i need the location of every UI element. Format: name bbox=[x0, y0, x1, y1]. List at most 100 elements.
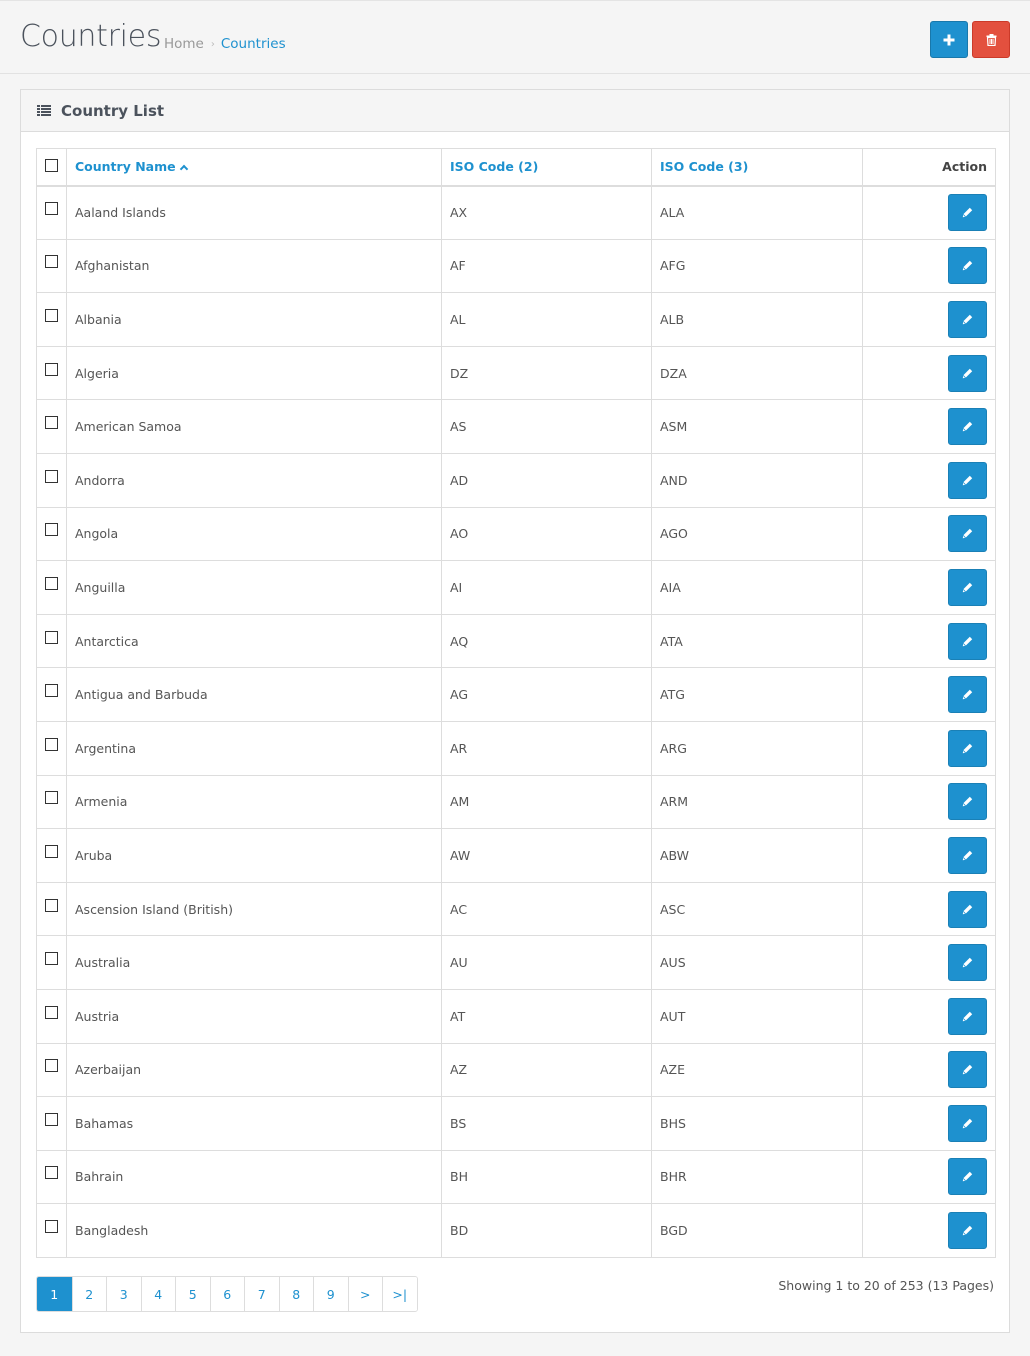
action-cell bbox=[862, 667, 996, 722]
edit-button[interactable] bbox=[948, 890, 987, 928]
row-select-cell bbox=[36, 667, 67, 722]
row-checkbox[interactable] bbox=[45, 202, 58, 216]
row-checkbox[interactable] bbox=[45, 523, 58, 537]
edit-button[interactable] bbox=[948, 676, 987, 714]
row-checkbox[interactable] bbox=[45, 952, 58, 966]
page-header: Countries Home › Countries bbox=[0, 0, 1030, 74]
row-checkbox[interactable] bbox=[45, 898, 58, 912]
pencil-icon bbox=[962, 1172, 973, 1182]
delete-countries-button[interactable] bbox=[972, 21, 1010, 58]
breadcrumb-countries-link[interactable]: Countries bbox=[221, 36, 286, 52]
row-checkbox[interactable] bbox=[45, 1005, 58, 1019]
page-link-3[interactable]: 3 bbox=[106, 1277, 141, 1311]
iso-code-3-cell: ARG bbox=[651, 720, 863, 776]
table-row: Austria AT AUT bbox=[36, 988, 996, 1044]
row-checkbox[interactable] bbox=[45, 791, 58, 805]
action-cell bbox=[862, 988, 996, 1044]
edit-button[interactable] bbox=[948, 300, 987, 338]
sort-by-iso3-link[interactable]: ISO Code (3) bbox=[660, 159, 748, 174]
edit-button[interactable] bbox=[948, 568, 987, 606]
column-label-name: Country Name bbox=[75, 159, 176, 175]
iso-code-3-cell: DZA bbox=[651, 345, 863, 401]
table-row: Aruba AW ABW bbox=[36, 828, 996, 883]
edit-button[interactable] bbox=[948, 194, 987, 232]
row-checkbox[interactable] bbox=[45, 1112, 58, 1126]
edit-button[interactable] bbox=[948, 1051, 987, 1089]
page-link-1[interactable]: 1 bbox=[37, 1277, 72, 1311]
page-link-4[interactable]: 4 bbox=[140, 1277, 175, 1311]
edit-button[interactable] bbox=[948, 1212, 987, 1250]
edit-button[interactable] bbox=[948, 783, 987, 821]
pencil-icon bbox=[962, 421, 973, 432]
edit-button[interactable] bbox=[948, 729, 987, 767]
next-page-link[interactable]: > bbox=[347, 1277, 382, 1311]
country-name-cell: Andorra bbox=[66, 452, 442, 508]
sort-by-iso2-link[interactable]: ISO Code (2) bbox=[450, 159, 538, 174]
table-row: Angola AO AGO bbox=[36, 506, 996, 562]
country-name-cell: Anguilla bbox=[66, 560, 442, 615]
column-header-name: Country Name bbox=[66, 148, 442, 187]
action-cell bbox=[862, 506, 996, 562]
page-link-2[interactable]: 2 bbox=[71, 1277, 106, 1311]
last-page-link[interactable]: >| bbox=[382, 1277, 417, 1311]
edit-button[interactable] bbox=[948, 1104, 987, 1142]
edit-button[interactable] bbox=[948, 354, 987, 392]
page-link-6[interactable]: 6 bbox=[209, 1277, 244, 1311]
iso-code-3-cell: ASC bbox=[651, 881, 863, 937]
breadcrumb-separator: › bbox=[210, 38, 215, 50]
action-cell bbox=[862, 452, 996, 508]
row-checkbox[interactable] bbox=[45, 576, 58, 590]
iso-code-2-cell: AO bbox=[441, 506, 652, 562]
add-country-button[interactable] bbox=[930, 21, 968, 58]
action-cell bbox=[862, 1096, 996, 1151]
row-select-cell bbox=[36, 1203, 67, 1258]
country-name-cell: Afghanistan bbox=[66, 238, 442, 294]
table-row: American Samoa AS ASM bbox=[36, 399, 996, 454]
row-checkbox[interactable] bbox=[45, 844, 58, 858]
row-checkbox[interactable] bbox=[45, 469, 58, 483]
row-checkbox[interactable] bbox=[45, 1220, 58, 1234]
page-link-5[interactable]: 5 bbox=[175, 1277, 210, 1311]
page-link-8[interactable]: 8 bbox=[278, 1277, 313, 1311]
table-row: Andorra AD AND bbox=[36, 452, 996, 508]
breadcrumb-home-link[interactable]: Home bbox=[164, 36, 204, 52]
select-all-checkbox[interactable] bbox=[45, 159, 58, 173]
iso-code-3-cell: ATA bbox=[651, 613, 863, 669]
row-select-cell bbox=[36, 720, 67, 776]
column-header-iso2: ISO Code (2) bbox=[441, 148, 652, 187]
row-checkbox[interactable] bbox=[45, 255, 58, 269]
sort-by-name-link[interactable]: Country Name bbox=[75, 159, 188, 175]
row-checkbox[interactable] bbox=[45, 362, 58, 376]
page-link-7[interactable]: 7 bbox=[244, 1277, 279, 1311]
edit-button[interactable] bbox=[948, 408, 987, 446]
edit-button[interactable] bbox=[948, 515, 987, 553]
country-name-cell: Aruba bbox=[66, 828, 442, 883]
row-checkbox[interactable] bbox=[45, 737, 58, 751]
iso-code-2-cell: BS bbox=[441, 1096, 652, 1151]
page-link-9[interactable]: 9 bbox=[313, 1277, 348, 1311]
row-checkbox[interactable] bbox=[45, 1166, 58, 1180]
row-checkbox[interactable] bbox=[45, 308, 58, 322]
country-name-cell: American Samoa bbox=[66, 399, 442, 454]
iso-code-3-cell: ASM bbox=[651, 399, 863, 454]
row-checkbox[interactable] bbox=[45, 1059, 58, 1073]
row-checkbox[interactable] bbox=[45, 630, 58, 644]
country-name-cell: Australia bbox=[66, 935, 442, 990]
edit-button[interactable] bbox=[948, 461, 987, 499]
edit-button[interactable] bbox=[948, 622, 987, 660]
edit-button[interactable] bbox=[948, 836, 987, 874]
iso-code-2-cell: DZ bbox=[441, 345, 652, 401]
country-name-cell: Algeria bbox=[66, 345, 442, 401]
row-select-cell bbox=[36, 399, 67, 454]
row-checkbox[interactable] bbox=[45, 684, 58, 698]
edit-button[interactable] bbox=[948, 997, 987, 1035]
pencil-icon bbox=[962, 582, 973, 593]
row-select-cell bbox=[36, 613, 67, 669]
iso-code-3-cell: BHR bbox=[651, 1149, 863, 1205]
iso-code-3-cell: AUT bbox=[651, 988, 863, 1044]
edit-button[interactable] bbox=[948, 247, 987, 285]
panel-heading: Country List bbox=[21, 90, 1009, 132]
row-checkbox[interactable] bbox=[45, 416, 58, 430]
edit-button[interactable] bbox=[948, 1158, 987, 1196]
edit-button[interactable] bbox=[948, 944, 987, 982]
